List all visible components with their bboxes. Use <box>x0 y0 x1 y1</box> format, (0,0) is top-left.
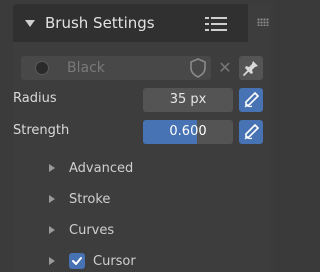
subpanel-label: Cursor <box>93 253 136 269</box>
circle-icon <box>35 61 49 75</box>
cursor-checkbox[interactable] <box>69 253 85 269</box>
triangle-right-icon <box>49 257 55 265</box>
subpanel-curves[interactable]: Curves <box>49 219 114 241</box>
triangle-right-icon <box>49 195 55 203</box>
pin-icon[interactable] <box>239 56 263 80</box>
subpanel-label: Advanced <box>69 160 134 176</box>
radius-field[interactable]: 35 px <box>143 88 233 112</box>
triangle-right-icon <box>49 226 55 234</box>
subpanel-label: Stroke <box>69 191 111 207</box>
brush-name: Black <box>67 60 105 76</box>
shield-icon[interactable] <box>189 58 207 78</box>
subpanel-label: Curves <box>69 222 115 238</box>
panel-title: Brush Settings <box>45 14 155 32</box>
panel-header[interactable]: Brush Settings <box>13 4 248 42</box>
strength-label: Strength <box>13 123 70 138</box>
subpanel-stroke[interactable]: Stroke <box>49 188 110 210</box>
pen-pressure-icon[interactable] <box>239 120 263 144</box>
brush-settings-panel: Brush Settings Black ✕ Radius 35 px Stre… <box>13 4 271 272</box>
drag-grip-icon[interactable] <box>257 18 269 26</box>
list-menu-icon[interactable] <box>205 16 227 32</box>
properties-editor: Brush Settings Black ✕ Radius 35 px Stre… <box>0 0 275 272</box>
radius-label: Radius <box>13 91 57 106</box>
subpanel-cursor[interactable]: Cursor <box>49 250 136 272</box>
strength-value: 0.600 <box>169 124 207 139</box>
triangle-right-icon <box>49 164 55 172</box>
close-icon[interactable]: ✕ <box>213 56 237 80</box>
brush-selector[interactable]: Black <box>21 56 211 80</box>
triangle-down-icon[interactable] <box>25 19 35 27</box>
subpanel-advanced[interactable]: Advanced <box>49 157 133 179</box>
radius-value: 35 px <box>169 92 207 107</box>
strength-slider[interactable]: 0.600 <box>143 120 233 144</box>
pen-pressure-icon[interactable] <box>239 88 263 112</box>
